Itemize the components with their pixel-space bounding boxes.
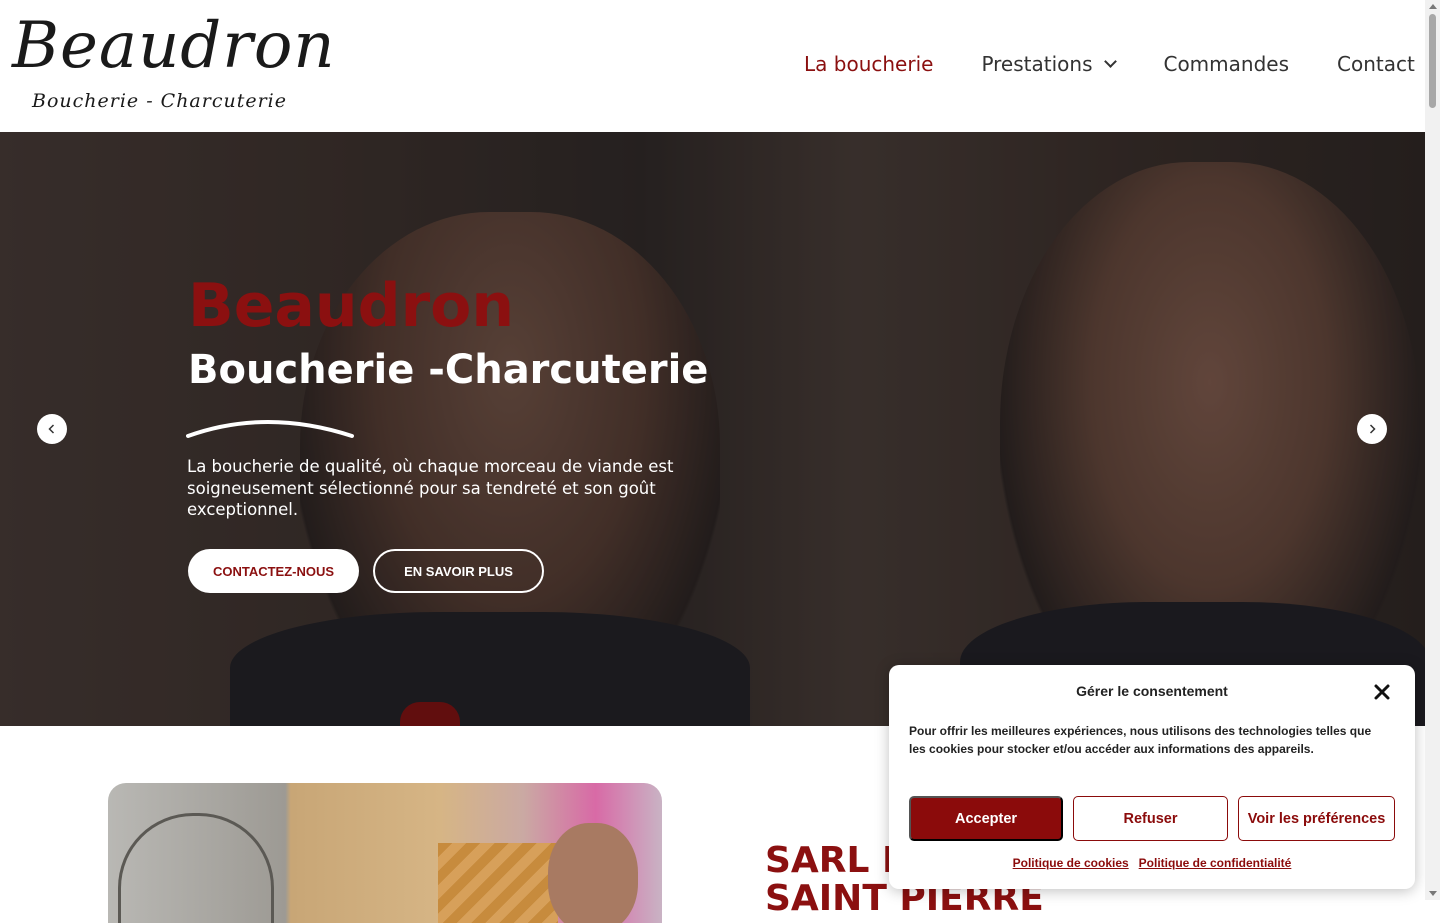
- close-icon[interactable]: [1373, 683, 1391, 701]
- contact-us-button[interactable]: CONTACTEZ-NOUS: [188, 549, 359, 593]
- decorative-swoosh: [186, 420, 354, 438]
- nav-item-label: Commandes: [1163, 52, 1290, 76]
- slider-prev-button[interactable]: [37, 414, 67, 444]
- photo-stairs: [438, 843, 558, 923]
- view-preferences-button[interactable]: Voir les préférences: [1238, 796, 1395, 841]
- scroll-down-arrow-icon[interactable]: [1429, 891, 1437, 896]
- site-header: Beaudron Boucherie - Charcuterie La bouc…: [0, 0, 1425, 132]
- refuse-button[interactable]: Refuser: [1073, 796, 1228, 841]
- privacy-policy-link[interactable]: Politique de confidentialité: [1139, 856, 1292, 870]
- main-nav: La boucherie Prestations Commandes Conta…: [804, 52, 1415, 76]
- nav-item-prestations[interactable]: Prestations: [981, 52, 1118, 76]
- nav-item-contact[interactable]: Contact: [1337, 52, 1415, 76]
- scroll-up-arrow-icon[interactable]: [1429, 4, 1437, 9]
- page-scrollbar[interactable]: [1425, 0, 1440, 900]
- shop-photo: [108, 783, 662, 923]
- photo-person: [548, 823, 638, 923]
- cookie-consent-modal: Gérer le consentement Pour offrir les me…: [889, 665, 1415, 889]
- logo-main-text: Beaudron: [12, 9, 336, 83]
- hero-title: Beaudron: [188, 271, 515, 341]
- nav-item-la-boucherie[interactable]: La boucherie: [804, 52, 933, 76]
- cookie-modal-links: Politique de cookies Politique de confid…: [889, 856, 1415, 870]
- photo-window-arch: [118, 813, 274, 923]
- nav-item-label: La boucherie: [804, 52, 934, 76]
- hero-slider: Beaudron Boucherie -Charcuterie La bouch…: [0, 132, 1425, 726]
- cookie-modal-text: Pour offrir les meilleures expériences, …: [909, 724, 1372, 756]
- learn-more-button[interactable]: EN SAVOIR PLUS: [373, 549, 544, 593]
- nav-item-label: Contact: [1337, 52, 1415, 76]
- hero-description: La boucherie de qualité, où chaque morce…: [187, 457, 674, 519]
- slider-next-button[interactable]: [1357, 414, 1387, 444]
- scroll-thumb[interactable]: [1429, 14, 1436, 108]
- accept-button[interactable]: Accepter: [909, 796, 1063, 841]
- chevron-left-icon: [48, 424, 55, 434]
- cookie-modal-title: Gérer le consentement: [1076, 683, 1228, 699]
- chevron-down-icon: [1104, 55, 1118, 68]
- nav-item-label: Prestations: [981, 52, 1093, 76]
- hero-subtitle: Boucherie -Charcuterie: [188, 347, 709, 393]
- chevron-right-icon: [1369, 424, 1376, 434]
- logo[interactable]: Beaudron Boucherie - Charcuterie: [12, 14, 335, 114]
- logo-subtitle: Boucherie - Charcuterie: [32, 90, 288, 112]
- cookie-policy-link[interactable]: Politique de cookies: [1013, 856, 1129, 870]
- nav-item-commandes[interactable]: Commandes: [1163, 52, 1289, 76]
